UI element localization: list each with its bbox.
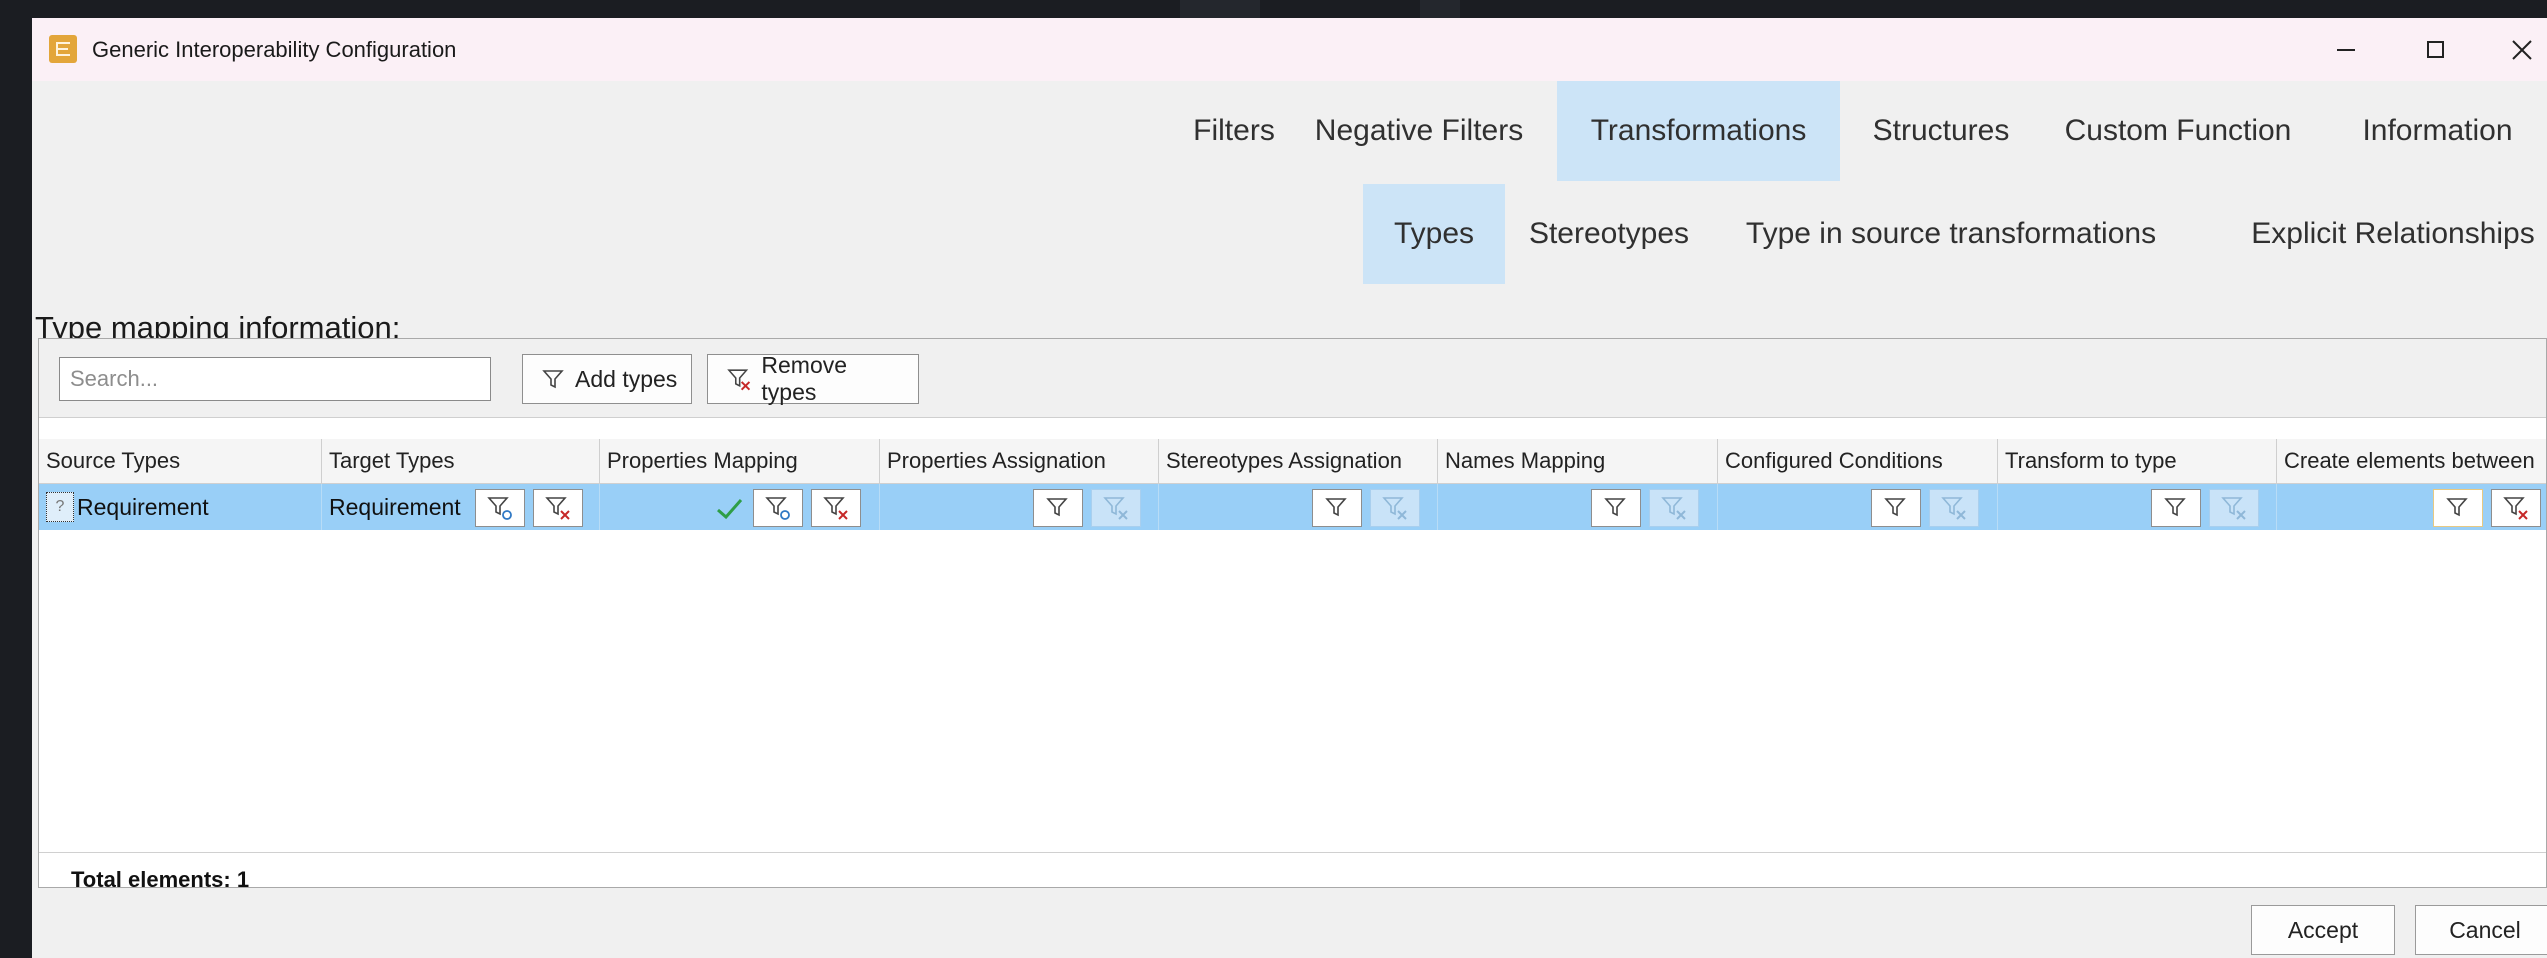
filter-settings-icon: [765, 497, 790, 520]
column-header-properties-mapping[interactable]: Properties Mapping: [600, 439, 880, 483]
cell-properties-assignation[interactable]: [880, 484, 1159, 530]
footer-divider: [39, 852, 2546, 853]
search-input[interactable]: [59, 357, 491, 401]
tab-filters[interactable]: Filters: [1162, 81, 1306, 181]
properties-assignation-remove-button[interactable]: [1091, 489, 1141, 527]
filter-remove-icon: [1661, 497, 1686, 520]
table-header: Source Types Target Types Properties Map…: [39, 439, 2546, 484]
column-header-stereotypes-assignation[interactable]: Stereotypes Assignation: [1159, 439, 1438, 483]
column-header-configured-conditions[interactable]: Configured Conditions: [1718, 439, 1998, 483]
filter-icon: [2164, 498, 2186, 517]
properties-mapping-remove-button[interactable]: [811, 489, 861, 527]
subtab-types[interactable]: Types: [1363, 184, 1505, 284]
close-icon: [2512, 39, 2532, 60]
filter-icon: [1325, 498, 1347, 517]
filter-remove-icon: [823, 497, 848, 520]
filter-icon: [1884, 498, 1906, 517]
column-header-create-elements-between[interactable]: Create elements between: [2277, 439, 2547, 483]
stereotypes-assignation-remove-button[interactable]: [1370, 489, 1420, 527]
configured-conditions-filter-button[interactable]: [1871, 489, 1921, 527]
add-types-button[interactable]: Add types: [522, 354, 692, 404]
dialog-window: Generic Interoperability Configuration F…: [32, 18, 2547, 958]
filter-remove-icon: [2503, 497, 2528, 520]
filter-remove-icon: [1103, 497, 1128, 520]
filter-remove-icon: [1382, 497, 1407, 520]
column-header-properties-assignation[interactable]: Properties Assignation: [880, 439, 1159, 483]
remove-types-label: Remove types: [761, 352, 848, 405]
tab-information[interactable]: Information: [2328, 81, 2547, 181]
subtab-type-in-source-transformations[interactable]: Type in source transformations: [1721, 184, 2181, 284]
maximize-button[interactable]: [2400, 18, 2470, 81]
properties-mapping-filter-button[interactable]: [753, 489, 803, 527]
app-icon: [49, 35, 77, 63]
remove-types-button[interactable]: Remove types: [707, 352, 919, 405]
table-row[interactable]: ? Requirement Requirement: [39, 484, 2546, 530]
minimize-icon: [2337, 48, 2355, 51]
column-header-transform-to-type[interactable]: Transform to type: [1998, 439, 2277, 483]
cell-names-mapping[interactable]: [1438, 484, 1718, 530]
filter-remove-icon: [545, 497, 570, 520]
create-elements-filter-button[interactable]: [2433, 489, 2483, 527]
tab-structures[interactable]: Structures: [1850, 81, 2032, 181]
cell-properties-mapping[interactable]: [600, 484, 880, 530]
column-header-target-types[interactable]: Target Types: [322, 439, 600, 483]
cell-target-type[interactable]: Requirement: [322, 484, 600, 530]
source-type-value: Requirement: [77, 493, 209, 520]
stereotypes-assignation-filter-button[interactable]: [1312, 489, 1362, 527]
close-button[interactable]: [2487, 18, 2547, 81]
target-remove-filter-button[interactable]: [533, 489, 583, 527]
subtab-explicit-relationships[interactable]: Explicit Relationships: [2239, 184, 2547, 284]
create-elements-remove-button[interactable]: [2491, 489, 2541, 527]
add-types-label: Add types: [575, 365, 678, 392]
transform-to-type-remove-button[interactable]: [2209, 489, 2259, 527]
filter-icon: [1604, 498, 1626, 517]
window-title: Generic Interoperability Configuration: [92, 37, 457, 62]
filter-settings-icon: [487, 497, 512, 520]
column-header-names-mapping[interactable]: Names Mapping: [1438, 439, 1718, 483]
title-bar[interactable]: Generic Interoperability Configuration: [32, 18, 2547, 81]
filter-icon: [542, 370, 564, 389]
check-icon: [714, 494, 744, 524]
type-mapping-panel: Add types Remove types Source Types Targ…: [38, 338, 2547, 892]
cell-configured-conditions[interactable]: [1718, 484, 1998, 530]
column-header-source-types[interactable]: Source Types: [39, 439, 322, 483]
cell-create-elements-between[interactable]: [2277, 484, 2547, 530]
names-mapping-filter-button[interactable]: [1591, 489, 1641, 527]
transform-to-type-filter-button[interactable]: [2151, 489, 2201, 527]
target-type-value: Requirement: [329, 493, 461, 520]
filter-icon: [2446, 498, 2468, 517]
names-mapping-remove-button[interactable]: [1649, 489, 1699, 527]
tab-custom-function[interactable]: Custom Function: [2032, 81, 2324, 181]
filter-remove-icon: [1941, 497, 1966, 520]
total-elements-label: Total elements: 1: [71, 867, 250, 892]
filter-icon: [1046, 498, 1068, 517]
configured-conditions-remove-button[interactable]: [1929, 489, 1979, 527]
panel-toolbar: Add types Remove types: [39, 339, 2546, 418]
properties-assignation-filter-button[interactable]: [1033, 489, 1083, 527]
requirement-type-icon: ?: [46, 492, 74, 522]
subtab-stereotypes[interactable]: Stereotypes: [1505, 184, 1713, 284]
filter-remove-icon: [2221, 497, 2246, 520]
filter-remove-icon: [727, 369, 751, 391]
cell-source-type[interactable]: ? Requirement: [39, 484, 322, 530]
maximize-icon: [2426, 41, 2444, 58]
target-filter-button[interactable]: [475, 489, 525, 527]
cell-transform-to-type[interactable]: [1998, 484, 2277, 530]
cell-stereotypes-assignation[interactable]: [1159, 484, 1438, 530]
tab-negative-filters[interactable]: Negative Filters: [1306, 81, 1532, 181]
minimize-button[interactable]: [2312, 18, 2382, 81]
cancel-button[interactable]: Cancel: [2415, 905, 2547, 955]
accept-button[interactable]: Accept: [2251, 905, 2395, 955]
tab-transformations[interactable]: Transformations: [1557, 81, 1840, 181]
